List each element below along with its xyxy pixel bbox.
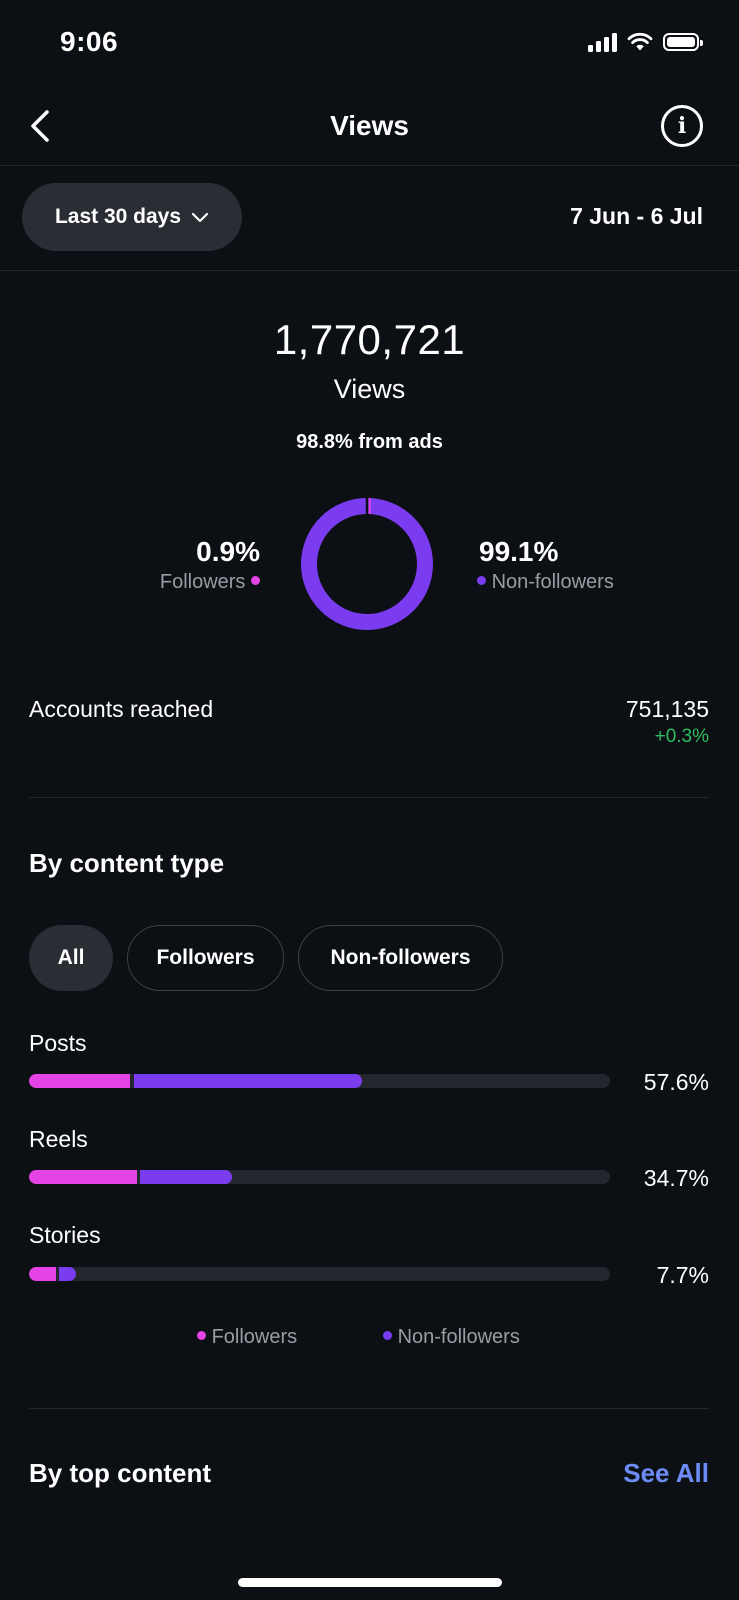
chip-non-followers[interactable]: Non-followers (298, 925, 503, 991)
section-divider (29, 797, 709, 798)
info-button[interactable]: i (661, 105, 703, 147)
date-range-dropdown[interactable]: Last 30 days (22, 183, 242, 251)
wifi-icon (627, 32, 653, 51)
home-indicator (238, 1578, 502, 1587)
non-followers-legend: Non-followers (477, 571, 614, 594)
reels-non-followers-segment (140, 1170, 232, 1184)
battery-icon (663, 33, 703, 51)
followers-legend: Followers (120, 571, 260, 594)
chip-followers[interactable]: Followers (127, 925, 284, 991)
total-views: 1,770,721 (273, 316, 466, 363)
chip-all[interactable]: All (29, 925, 113, 991)
signal-icon (588, 32, 617, 52)
date-range-text: 7 Jun - 6 Jul (570, 203, 703, 229)
by-top-content-title: By top content (29, 1458, 211, 1488)
accounts-reached-label: Accounts reached (29, 696, 214, 722)
legend-non-followers-label: Non-followers (397, 1326, 520, 1348)
views-donut-chart (301, 497, 433, 630)
non-followers-dot-icon (477, 576, 486, 586)
non-followers-percent: 99.1% (479, 536, 559, 567)
posts-percent: 57.6% (643, 1069, 709, 1095)
info-icon: i (677, 113, 687, 139)
filter-divider (0, 270, 739, 271)
accounts-reached-value: 751,135 (625, 696, 709, 722)
ads-share: 98.8% from ads (296, 431, 443, 453)
chevron-down-icon (191, 212, 209, 222)
stories-non-followers-segment (59, 1267, 76, 1281)
accounts-reached-change: +0.3% (654, 726, 709, 747)
reels-percent: 34.7% (643, 1165, 709, 1191)
reels-bar (29, 1170, 610, 1184)
legend-non-followers: Non-followers (383, 1326, 520, 1349)
legend-followers-label: Followers (211, 1326, 298, 1348)
followers-legend-dot-icon (197, 1331, 206, 1341)
followers-legend-label: Followers (159, 571, 246, 593)
stories-bar (29, 1267, 610, 1281)
reels-followers-segment (29, 1170, 137, 1184)
followers-percent: 0.9% (196, 536, 260, 567)
total-views-label: Views (333, 374, 406, 404)
content-row-label: Posts (29, 1030, 87, 1056)
stories-followers-segment (29, 1267, 56, 1281)
donut-non-followers-arc (301, 498, 433, 630)
status-icons (588, 32, 703, 52)
date-range-label: Last 30 days (54, 205, 182, 228)
section-divider (29, 1408, 709, 1409)
by-content-type-title: By content type (29, 848, 225, 878)
posts-non-followers-segment (134, 1074, 362, 1088)
stories-percent: 7.7% (656, 1262, 709, 1288)
content-row-label: Reels (29, 1126, 88, 1152)
posts-followers-segment (29, 1074, 130, 1088)
posts-bar (29, 1074, 610, 1088)
followers-dot-icon (251, 576, 260, 586)
legend-followers: Followers (197, 1326, 297, 1349)
non-followers-legend-dot-icon (383, 1331, 392, 1341)
status-time: 9:06 (60, 26, 119, 57)
see-all-link[interactable]: See All (623, 1458, 709, 1489)
page-title: Views (330, 110, 409, 141)
content-row-label: Stories (29, 1222, 101, 1248)
non-followers-legend-label: Non-followers (491, 571, 614, 593)
header-divider (0, 165, 739, 166)
